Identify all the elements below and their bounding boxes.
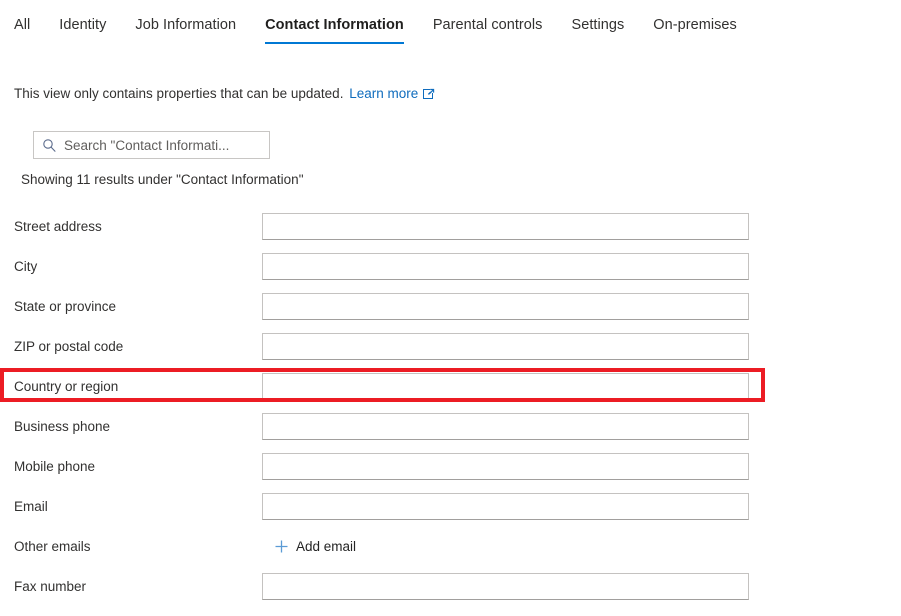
tab-label: Identity <box>59 17 107 33</box>
properties-form: Street address City State or province ZIP o… <box>0 206 901 606</box>
field-control: Add email <box>262 539 901 554</box>
field-control <box>262 292 901 320</box>
tab-label: All <box>14 17 31 33</box>
field-input-business-phone[interactable] <box>262 412 749 440</box>
tab-job-information[interactable]: Job Information <box>135 0 236 44</box>
field-control <box>262 492 901 520</box>
search-icon <box>34 138 64 153</box>
tab-label: On-premises <box>653 17 737 33</box>
tab-contact-information[interactable]: Contact Information <box>265 0 404 44</box>
field-label: Other emails <box>14 538 91 554</box>
learn-more-label: Learn more <box>349 86 419 101</box>
field-row: Mobile phone <box>0 446 901 486</box>
active-tab-underline <box>265 41 404 44</box>
field-control <box>262 572 901 600</box>
tab-identity[interactable]: Identity <box>59 0 106 44</box>
learn-more-link[interactable]: Learn more <box>349 86 418 101</box>
field-input-street-address[interactable] <box>262 212 749 240</box>
tab-strip: All Identity Job Information Contact Inform… <box>0 0 901 48</box>
field-row: Business phone <box>0 406 901 446</box>
field-input-email[interactable] <box>262 492 749 520</box>
field-control <box>262 452 901 480</box>
field-label: Email <box>14 498 48 514</box>
add-email-button[interactable]: Add email <box>274 539 356 554</box>
field-control <box>262 252 901 280</box>
tab-label: Settings <box>571 17 625 33</box>
tab-settings[interactable]: Settings <box>572 0 625 44</box>
tab-on-premises[interactable]: On-premises <box>653 0 737 44</box>
field-row: State or province <box>0 286 901 326</box>
field-label: State or province <box>14 298 117 314</box>
field-label: City <box>14 258 38 274</box>
field-control <box>262 372 901 400</box>
field-input-zip-or-postal-code[interactable] <box>262 332 749 360</box>
results-count-text: Showing 11 results under "Contact Inform… <box>21 172 304 187</box>
field-label: Business phone <box>14 418 111 434</box>
info-message-text: This view only contains properties that … <box>14 86 344 101</box>
field-label: Fax number <box>14 578 87 594</box>
plus-icon <box>274 539 289 554</box>
external-link-icon <box>423 88 435 103</box>
tab-all[interactable]: All <box>14 0 30 44</box>
field-row: Country or region <box>0 366 901 406</box>
field-input-fax-number[interactable] <box>262 572 749 600</box>
field-control <box>262 332 901 360</box>
field-label: Country or region <box>14 378 119 394</box>
field-row: Street address <box>0 206 901 246</box>
field-input-city[interactable] <box>262 252 749 280</box>
field-input-country-or-region[interactable] <box>262 372 749 400</box>
search-input[interactable] <box>64 137 269 153</box>
field-row: City <box>0 246 901 286</box>
field-row: ZIP or postal code <box>0 326 901 366</box>
field-row: Email <box>0 486 901 526</box>
info-message: This view only contains properties that … <box>14 86 435 103</box>
search-box[interactable] <box>33 131 270 159</box>
field-row: Fax number <box>0 566 901 606</box>
field-control <box>262 412 901 440</box>
tab-label: Parental controls <box>432 17 543 33</box>
field-label: Mobile phone <box>14 458 96 474</box>
tab-parental-controls[interactable]: Parental controls <box>433 0 543 44</box>
field-input-state-or-province[interactable] <box>262 292 749 320</box>
field-label: Street address <box>14 218 102 234</box>
field-control <box>262 212 901 240</box>
field-label: ZIP or postal code <box>14 338 124 354</box>
field-input-mobile-phone[interactable] <box>262 452 749 480</box>
tab-label: Contact Information <box>265 17 404 33</box>
field-row: Other emails Add email <box>0 526 901 566</box>
add-email-label: Add email <box>296 538 357 554</box>
tab-label: Job Information <box>135 17 237 33</box>
